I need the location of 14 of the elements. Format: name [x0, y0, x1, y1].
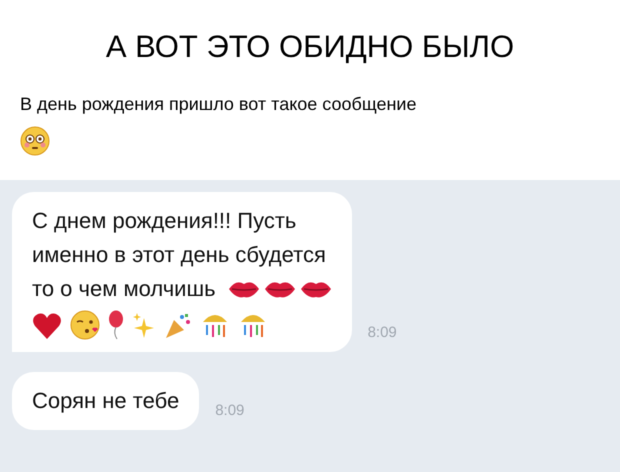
caption-title: А ВОТ ЭТО ОБИДНО БЫЛО [104, 28, 516, 66]
message-text: Сорян не тебе [32, 387, 180, 415]
balloon-icon [108, 310, 124, 340]
message-text: С днем рождения!!! Пусть [32, 207, 296, 235]
heart-icon [32, 312, 62, 340]
message-text: то о чем молчишь [32, 275, 216, 303]
kissing-face-icon [70, 310, 100, 340]
caption-text: В день рождения пришло вот такое сообщение [20, 92, 418, 116]
party-popper-icon [164, 312, 192, 340]
message-time: 8:09 [215, 400, 244, 420]
message-text: именно в этот день сбудется [32, 241, 326, 269]
message-time: 8:09 [368, 322, 397, 342]
sparkles-icon [132, 312, 156, 340]
flushed-face-icon [20, 126, 50, 156]
